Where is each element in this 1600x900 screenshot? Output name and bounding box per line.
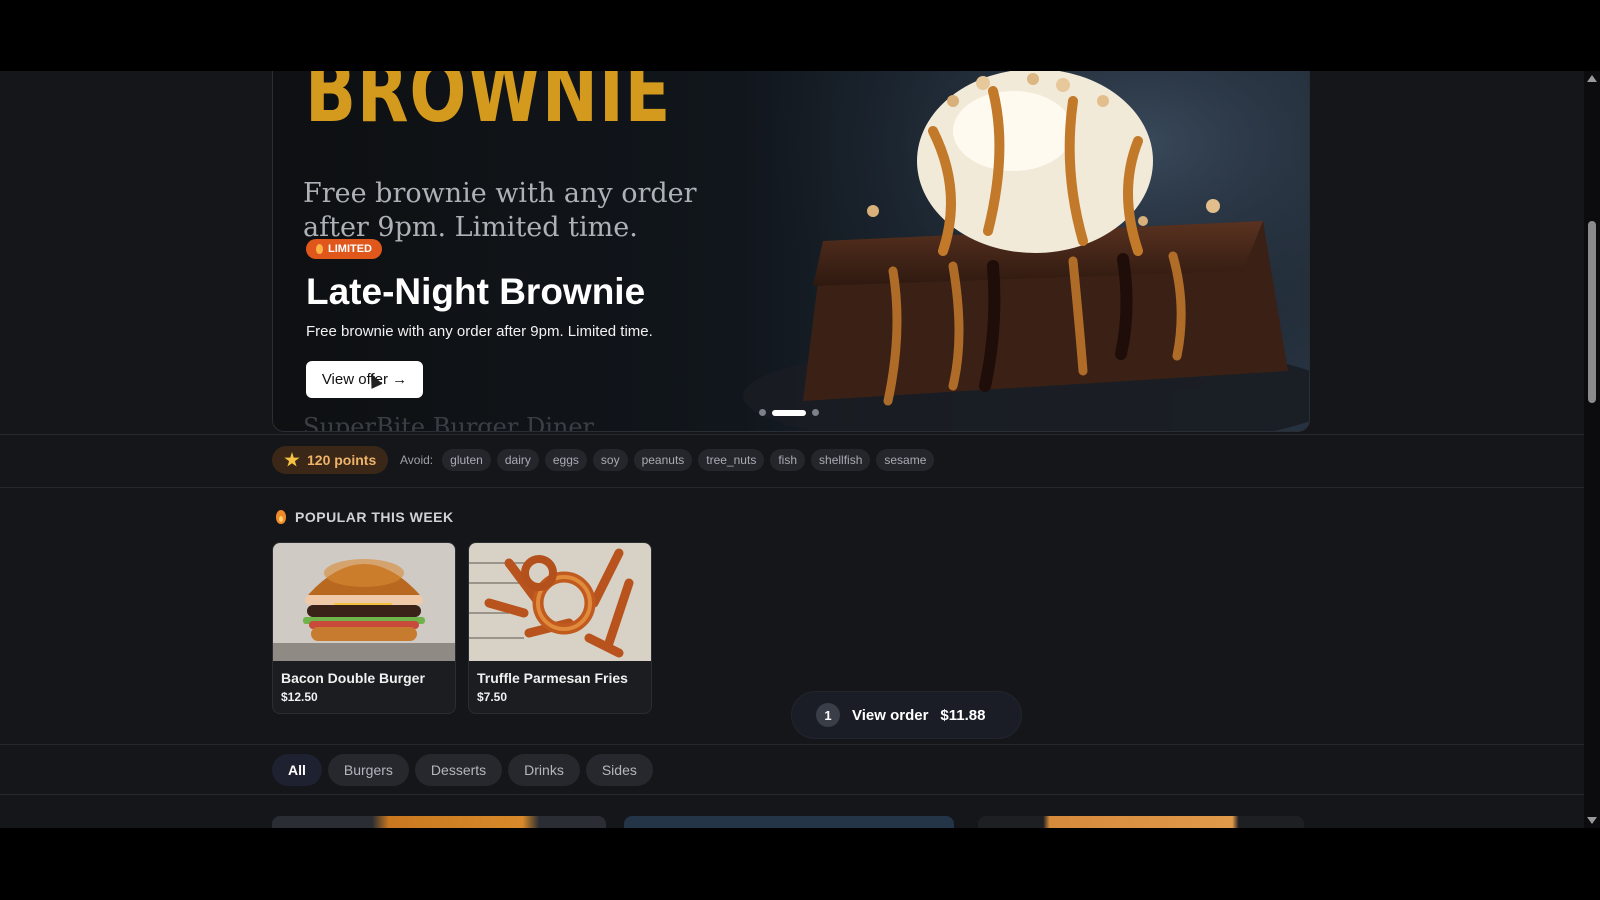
hero-background-footer: SuperBite Burger Diner (303, 413, 595, 432)
allergen-chip-peanuts[interactable]: peanuts (633, 449, 693, 471)
allergen-chip-shellfish[interactable]: shellfish (811, 449, 871, 471)
divider (0, 744, 1584, 745)
allergen-filter: Avoid: gluten dairy eggs soy peanuts tre… (400, 446, 935, 474)
page-viewport: BROWNIE Free brownie with any order afte… (0, 71, 1584, 828)
allergen-chip-tree-nuts[interactable]: tree_nuts (698, 449, 765, 471)
carousel-dot[interactable] (812, 409, 819, 416)
limited-badge-label: LIMITED (328, 243, 372, 255)
menu-item-card-peek[interactable] (272, 816, 606, 828)
tab-burgers[interactable]: Burgers (327, 754, 409, 786)
hero-background-title: BROWNIE (305, 71, 672, 142)
scrollbar-thumb[interactable] (1588, 221, 1596, 403)
popular-heading-label: POPULAR THIS WEEK (295, 509, 454, 525)
burger-image (273, 543, 455, 661)
tab-drinks[interactable]: Drinks (508, 754, 580, 786)
order-count-badge: 1 (816, 703, 840, 727)
tab-desserts[interactable]: Desserts (414, 754, 503, 786)
view-offer-button[interactable]: View offer → (306, 361, 423, 398)
view-order-label: View order (852, 706, 929, 724)
category-tabs: All Burgers Desserts Drinks Sides (272, 754, 653, 786)
limited-badge: LIMITED (306, 239, 382, 259)
star-icon (284, 452, 300, 467)
carousel-dots (759, 409, 819, 416)
popular-item-price: $7.50 (477, 690, 508, 704)
allergen-chip-eggs[interactable]: eggs (544, 449, 587, 471)
popular-item-name: Truffle Parmesan Fries (477, 670, 628, 686)
allergen-chip-dairy[interactable]: dairy (496, 449, 539, 471)
popular-section-heading: POPULAR THIS WEEK (276, 509, 454, 525)
popular-item-name: Bacon Double Burger (281, 670, 425, 686)
points-label: 120 points (307, 452, 377, 468)
vertical-scrollbar[interactable] (1584, 71, 1600, 828)
order-total: $11.88 (940, 706, 986, 724)
carousel-dot[interactable] (759, 409, 766, 416)
divider (0, 487, 1584, 488)
divider (0, 434, 1584, 435)
hero-title: Late-Night Brownie (306, 271, 646, 312)
tab-all[interactable]: All (272, 754, 322, 786)
tab-sides[interactable]: Sides (585, 754, 653, 786)
allergen-chip-sesame[interactable]: sesame (876, 449, 935, 471)
fries-image (469, 543, 651, 661)
menu-item-card-peek[interactable] (978, 816, 1304, 828)
scroll-down-arrow-icon[interactable] (1587, 817, 1597, 824)
allergen-chip-fish[interactable]: fish (770, 449, 806, 471)
flame-icon (276, 510, 286, 524)
popular-item-card[interactable]: Truffle Parmesan Fries $7.50 (468, 542, 652, 714)
allergen-chip-gluten[interactable]: gluten (442, 449, 491, 471)
menu-item-card-peek[interactable] (624, 816, 954, 828)
divider (0, 794, 1584, 795)
popular-item-card[interactable]: Bacon Double Burger $12.50 (272, 542, 456, 714)
view-order-button[interactable]: 1 View order $11.88 (791, 691, 1022, 739)
popular-item-price: $12.50 (281, 690, 318, 704)
hero-description: Free brownie with any order after 9pm. L… (306, 323, 653, 340)
brownie-sundae-image (743, 71, 1309, 431)
hero-background-subtitle: Free brownie with any order after 9pm. L… (303, 178, 697, 243)
allergen-chip-soy[interactable]: soy (592, 449, 628, 471)
avoid-label: Avoid: (400, 453, 434, 467)
scroll-up-arrow-icon[interactable] (1587, 75, 1597, 82)
carousel-dot-active[interactable] (772, 409, 806, 416)
fire-icon (316, 244, 323, 254)
loyalty-points-badge[interactable]: 120 points (272, 446, 389, 474)
promo-hero-banner[interactable]: BROWNIE Free brownie with any order afte… (272, 71, 1310, 432)
